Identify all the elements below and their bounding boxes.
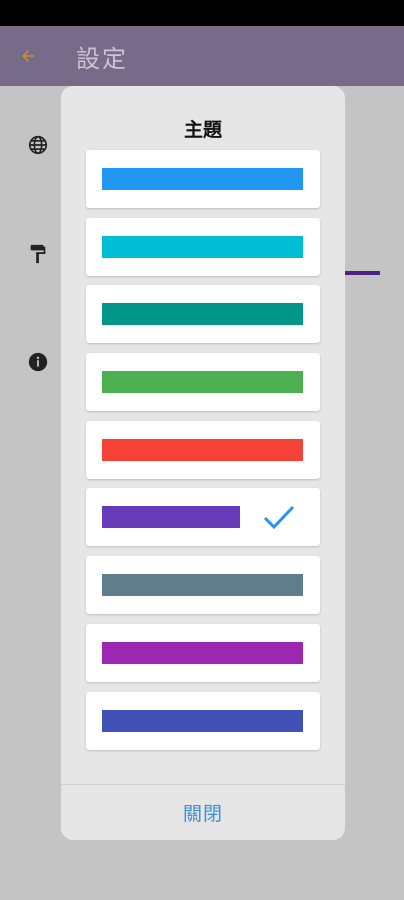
- theme-option[interactable]: [86, 623, 320, 682]
- paint-roller-icon: [26, 242, 50, 266]
- theme-option[interactable]: [86, 285, 320, 344]
- back-button[interactable]: [0, 26, 56, 86]
- theme-option[interactable]: [86, 420, 320, 479]
- theme-swatch: [102, 303, 303, 326]
- app-bar: 設定: [0, 26, 404, 86]
- theme-swatch: [102, 235, 303, 258]
- theme-swatch: [102, 641, 303, 664]
- theme-dialog: 主題 關閉: [61, 86, 345, 840]
- theme-option-selected[interactable]: [86, 488, 320, 547]
- page-title: 設定: [76, 44, 128, 73]
- theme-swatch: [102, 168, 303, 190]
- background-slider-accent: [344, 271, 380, 275]
- theme-swatch: [102, 506, 240, 529]
- status-bar: [0, 0, 404, 26]
- info-icon: [26, 350, 50, 374]
- arrow-left-icon: [22, 50, 34, 62]
- globe-icon: [26, 133, 50, 157]
- theme-swatch: [102, 574, 303, 597]
- dialog-title: 主題: [183, 119, 222, 141]
- theme-option[interactable]: [86, 353, 320, 412]
- theme-option[interactable]: [86, 691, 320, 750]
- theme-swatch: [102, 709, 303, 732]
- theme-swatch: [102, 438, 303, 461]
- theme-option[interactable]: [86, 217, 320, 276]
- theme-option[interactable]: [86, 556, 320, 615]
- close-button[interactable]: 關閉: [61, 785, 345, 840]
- theme-list: [86, 150, 320, 759]
- theme-swatch: [102, 371, 303, 394]
- check-icon: [263, 506, 295, 530]
- theme-option[interactable]: [86, 150, 320, 208]
